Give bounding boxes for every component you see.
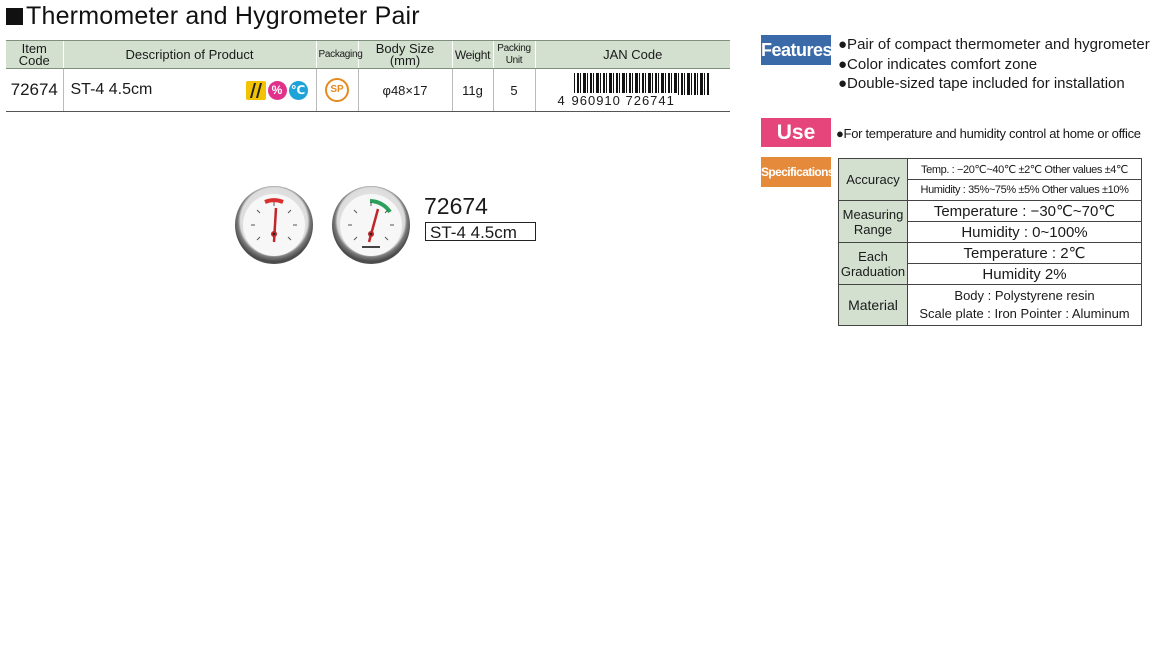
cell-packaging: SP [315, 68, 358, 112]
table-row: 72674 ST-4 4.5cm % ℃ SP φ48×17 11g 5 4 96… [6, 68, 730, 112]
cell-packing-unit: 5 [492, 68, 535, 112]
hygrometer-face [340, 194, 402, 256]
spec-label-material: Material [838, 284, 908, 326]
cell-description: ST-4 4.5cm % ℃ [62, 68, 316, 112]
spec-label-range: Measuring Range [838, 200, 908, 243]
hygrometer-illustration [332, 186, 410, 264]
sp-packaging-icon: SP [325, 78, 349, 102]
page-title: Thermometer and Hygrometer Pair [6, 2, 420, 31]
spec-row-material: Material Body : Polystyrene resin Scale … [838, 284, 1142, 326]
spec-accuracy-temp: Temp. : −20℃~40℃ ±2℃ Other values ±4℃ [907, 158, 1142, 180]
spec-material: Body : Polystyrene resin Scale plate : I… [907, 284, 1142, 326]
feature-icons: % ℃ [245, 81, 308, 101]
spec-graduation-humidity: Humidity 2% [907, 263, 1142, 285]
spec-label-accuracy: Accuracy [838, 158, 908, 201]
header-item-code: Item Code [6, 40, 63, 69]
barcode-graphic [573, 73, 710, 95]
photo-item-number: 72674 [424, 193, 488, 219]
cell-jan-code: 4 960910 726741 [534, 68, 730, 112]
use-text: ●For temperature and humidity control at… [836, 126, 1141, 141]
features-tag: Features [761, 35, 833, 65]
feature-list: ●Pair of compact thermometer and hygrome… [838, 35, 1150, 94]
title-square-icon [6, 8, 23, 25]
header-packaging: Packaging [315, 40, 363, 69]
spec-row-range-temp: Measuring Range Temperature : −30℃~70℃ [838, 200, 1142, 243]
header-packing-unit: Packing Unit [492, 40, 535, 69]
spec-accuracy-humidity: Humidity : 35%~75% ±5% Other values ±10% [907, 179, 1142, 201]
spec-range-temp: Temperature : −30℃~70℃ [907, 200, 1142, 222]
spec-graduation-temp: Temperature : 2℃ [907, 242, 1142, 264]
product-table: Item Code Description of Product Packagi… [6, 40, 730, 112]
thermometer-face [243, 194, 305, 256]
description-text: ST-4 4.5cm [70, 81, 153, 98]
photo-model-label: ST-4 4.5cm [425, 222, 536, 242]
spec-row-accuracy-temp: Accuracy Temp. : −20℃~40℃ ±2℃ Other valu… [838, 158, 1142, 201]
spec-row-graduation-temp: Each Graduation Temperature : 2℃ [838, 242, 1142, 285]
spec-material-plate: Scale plate : Iron Pointer : Aluminum [919, 306, 1130, 321]
header-jan-code: JAN Code [534, 40, 730, 69]
page-title-text: Thermometer and Hygrometer Pair [26, 2, 420, 30]
feature-item: ●Double-sized tape included for installa… [838, 75, 1125, 92]
specifications-table: Accuracy Temp. : −20℃~40℃ ±2℃ Other valu… [838, 158, 1142, 326]
header-body-size: Body Size (mm) [357, 40, 452, 69]
spec-label-graduation: Each Graduation [838, 242, 908, 285]
product-table-header-row: Item Code Description of Product Packagi… [6, 40, 730, 69]
cell-weight: 11g [451, 68, 493, 112]
jan-first-digit: 4 [557, 93, 565, 108]
humidity-icon: % [267, 81, 287, 100]
cell-item-code: 72674 [6, 68, 63, 112]
spec-material-body: Body : Polystyrene resin [954, 288, 1095, 303]
use-tag: Use [761, 118, 831, 147]
temperature-icon: ℃ [288, 81, 308, 100]
feature-item: ●Pair of compact thermometer and hygrome… [838, 36, 1150, 53]
specifications-tag: Specifications [761, 157, 835, 187]
header-weight: Weight [451, 40, 493, 69]
spec-range-humidity: Humidity : 0~100% [907, 221, 1142, 243]
header-description: Description of Product [62, 40, 316, 69]
jan-digits: 960910 726741 [569, 93, 677, 108]
feature-item: ●Color indicates comfort zone [838, 55, 1038, 73]
thermometer-illustration [235, 186, 313, 264]
cell-body-size: φ48×17 [357, 68, 452, 112]
tape-icon [245, 81, 266, 100]
